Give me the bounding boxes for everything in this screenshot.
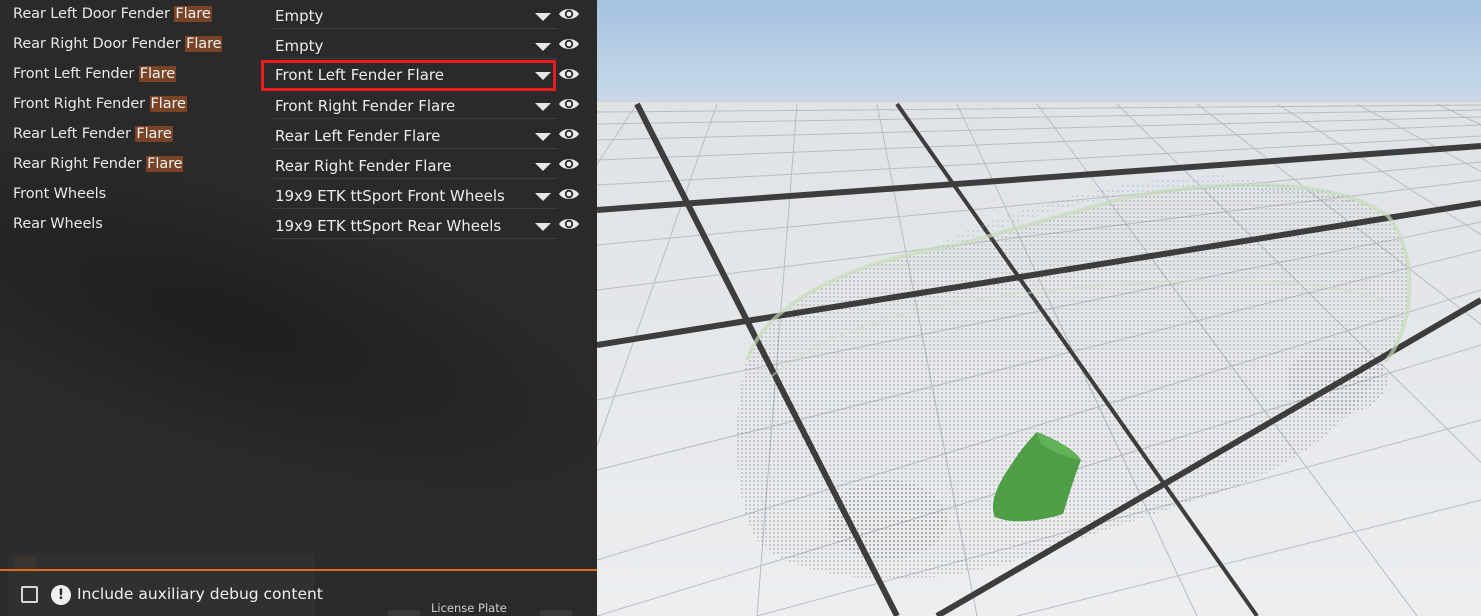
part-row: Rear Right Fender Flare Rear Right Fender…	[0, 151, 597, 181]
part-select-dropdown[interactable]: Front Right Fender Flare	[273, 92, 557, 119]
eye-icon[interactable]	[558, 66, 580, 82]
part-select-value: Empty	[275, 37, 324, 55]
part-slot-label-text: Rear Wheels	[13, 216, 103, 232]
part-select-value: 19x9 ETK ttSport Front Wheels	[275, 187, 505, 205]
part-slot-label-text: Front Wheels	[13, 186, 107, 202]
eye-icon[interactable]	[558, 6, 580, 22]
search-match-highlight: Flare	[174, 6, 212, 22]
eye-icon[interactable]	[558, 186, 580, 202]
part-select-dropdown[interactable]: 19x9 ETK ttSport Front Wheels	[273, 182, 557, 209]
eye-icon[interactable]	[558, 216, 580, 232]
part-row: Rear Left Fender Flare Rear Left Fender F…	[0, 121, 597, 151]
part-slot-label: Rear Left Door Fender Flare	[13, 6, 212, 22]
part-slot-label: Front Left Fender Flare	[13, 66, 177, 82]
eye-icon[interactable]	[558, 126, 580, 142]
part-select-value: Rear Left Fender Flare	[275, 127, 441, 145]
background-preview-icon	[14, 556, 36, 570]
parts-panel: Rear Left Door Fender Flare Empty Rear Rig…	[0, 0, 597, 616]
eye-icon[interactable]	[558, 156, 580, 172]
caret-down-icon	[535, 193, 551, 201]
part-select-dropdown[interactable]: Empty	[273, 32, 557, 59]
caret-down-icon	[535, 223, 551, 231]
3d-viewport[interactable]	[597, 0, 1481, 616]
part-row: Front Left Fender Flare Front Left Fender…	[0, 60, 597, 91]
caret-down-icon	[535, 72, 551, 80]
part-select-value: 19x9 ETK ttSport Rear Wheels	[275, 217, 502, 235]
part-slot-label-text: Front Right Fender	[13, 96, 150, 112]
license-plate-label: License Plate	[431, 601, 507, 615]
part-slot-label: Rear Wheels	[13, 216, 103, 232]
search-match-highlight: Flare	[135, 126, 173, 142]
caret-down-icon	[535, 163, 551, 171]
part-select-value: Front Right Fender Flare	[275, 97, 456, 115]
part-row: Front Wheels 19x9 ETK ttSport Front Wheel…	[0, 181, 597, 211]
license-plate-next-button[interactable]	[540, 610, 572, 616]
part-select-value: Front Left Fender Flare	[275, 66, 444, 84]
license-plate-prev-button[interactable]	[388, 610, 420, 616]
part-slot-label-text: Front Left Fender	[13, 66, 139, 82]
part-row: Front Right Fender Flare Front Right Fend…	[0, 91, 597, 121]
part-select-dropdown[interactable]: Rear Left Fender Flare	[273, 122, 557, 149]
sky	[597, 0, 1481, 102]
caret-down-icon	[535, 43, 551, 51]
part-slot-label: Front Wheels	[13, 186, 106, 202]
part-slot-label: Rear Left Fender Flare	[13, 126, 173, 142]
caret-down-icon	[535, 103, 551, 111]
part-slot-label: Front Right Fender Flare	[13, 96, 187, 112]
viewport-scene	[597, 0, 1481, 616]
search-match-highlight: Flare	[146, 156, 184, 172]
part-slot-label-text: Rear Left Door Fender	[13, 6, 175, 22]
part-select-dropdown[interactable]: Empty	[273, 2, 557, 29]
debug-content-label: Include auxiliary debug content	[77, 585, 323, 603]
part-row: Rear Left Door Fender Flare Empty	[0, 1, 597, 31]
part-slot-label: Rear Right Door Fender Flare	[13, 36, 223, 52]
caret-down-icon	[535, 133, 551, 141]
part-select-value: Empty	[275, 7, 324, 25]
footer-divider	[0, 569, 597, 571]
part-slot-label-text: Rear Right Fender	[13, 156, 147, 172]
part-select-dropdown[interactable]: Front Left Fender Flare	[261, 60, 556, 91]
part-row: Rear Wheels 19x9 ETK ttSport Rear Wheels	[0, 211, 597, 241]
debug-content-checkbox[interactable]	[21, 586, 38, 603]
search-match-highlight: Flare	[138, 66, 177, 82]
eye-icon[interactable]	[558, 96, 580, 112]
part-slot-label: Rear Right Fender Flare	[13, 156, 184, 172]
part-slot-label-text: Rear Right Door Fender	[13, 36, 186, 52]
search-match-highlight: Flare	[149, 96, 187, 112]
part-select-dropdown[interactable]: Rear Right Fender Flare	[273, 152, 557, 179]
eye-icon[interactable]	[558, 36, 580, 52]
part-slot-label-text: Rear Left Fender	[13, 126, 136, 142]
part-row: Rear Right Door Fender Flare Empty	[0, 31, 597, 61]
warning-icon: !	[51, 585, 71, 605]
part-select-dropdown[interactable]: 19x9 ETK ttSport Rear Wheels	[273, 212, 557, 239]
part-select-value: Rear Right Fender Flare	[275, 157, 452, 175]
caret-down-icon	[535, 13, 551, 21]
search-match-highlight: Flare	[185, 36, 223, 52]
